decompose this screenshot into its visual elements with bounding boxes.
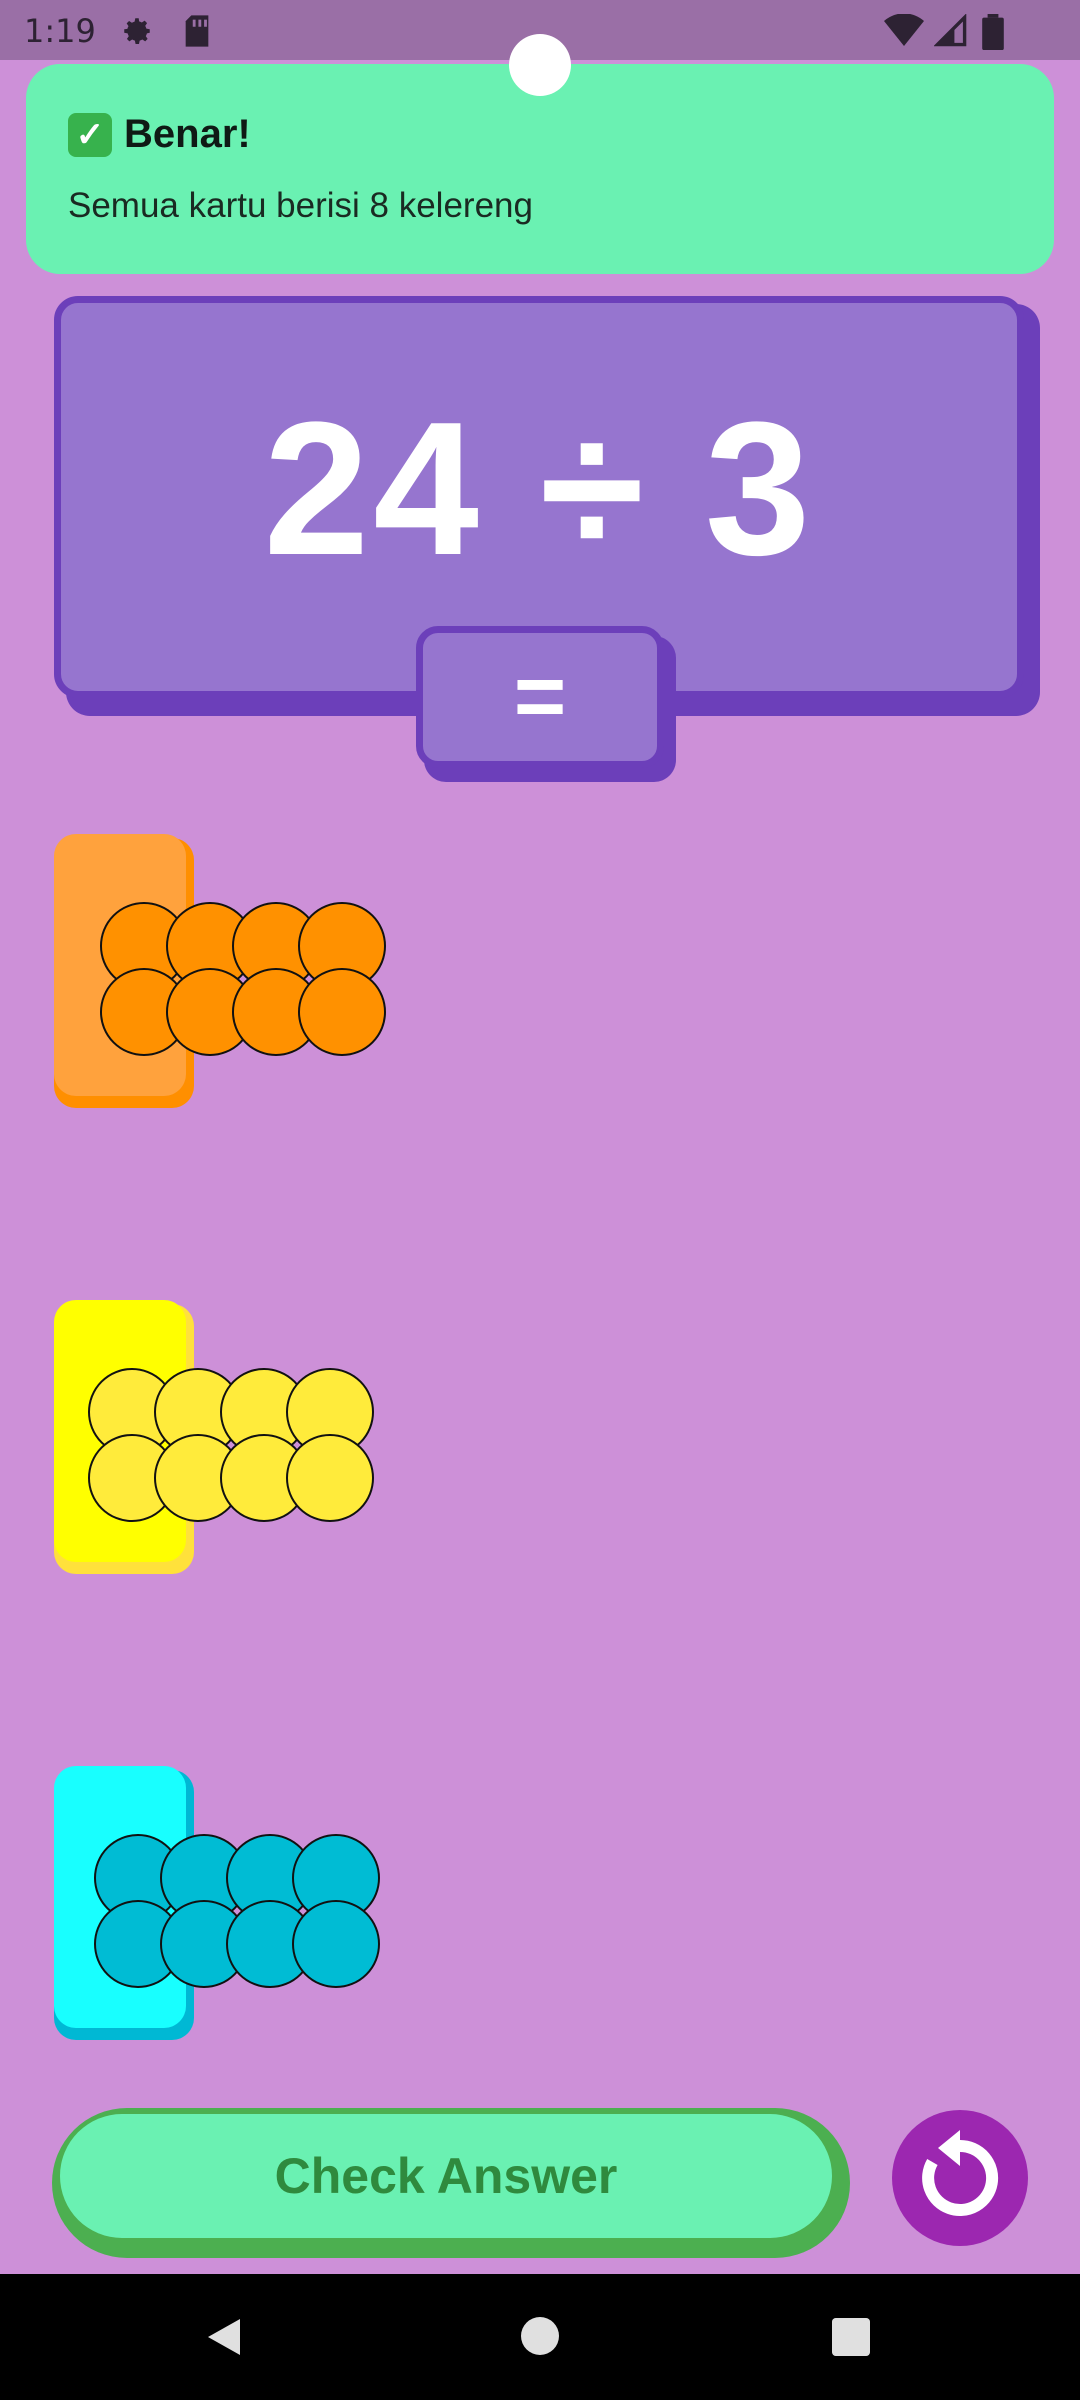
reset-button[interactable] <box>892 2110 1028 2246</box>
refresh-icon <box>922 2130 999 2216</box>
status-time: 1:19 <box>24 12 96 50</box>
recents-icon[interactable] <box>832 2318 870 2356</box>
toast-title-row: ✓ Benar! <box>68 112 251 157</box>
signal-icon <box>933 13 968 53</box>
home-icon[interactable] <box>520 2316 560 2356</box>
camera-cutout <box>509 34 571 96</box>
toast-message: Semua kartu berisi 8 kelereng <box>68 186 533 225</box>
battery-icon <box>982 14 1004 55</box>
equation-text: 24 ÷ 3 <box>263 383 815 595</box>
gear-icon <box>120 14 154 53</box>
check-mark-icon: ✓ <box>68 112 112 157</box>
check-answer-button[interactable]: Check Answer <box>60 2114 832 2238</box>
marble[interactable] <box>286 1434 374 1522</box>
sd-card-icon <box>182 14 212 53</box>
toast-title: Benar! <box>124 112 251 156</box>
back-icon[interactable] <box>204 2316 244 2358</box>
marble[interactable] <box>292 1900 380 1988</box>
wifi-icon <box>884 13 924 53</box>
equals-button[interactable]: = <box>416 626 664 768</box>
marble[interactable] <box>298 968 386 1056</box>
navigation-bar <box>0 2274 1080 2400</box>
